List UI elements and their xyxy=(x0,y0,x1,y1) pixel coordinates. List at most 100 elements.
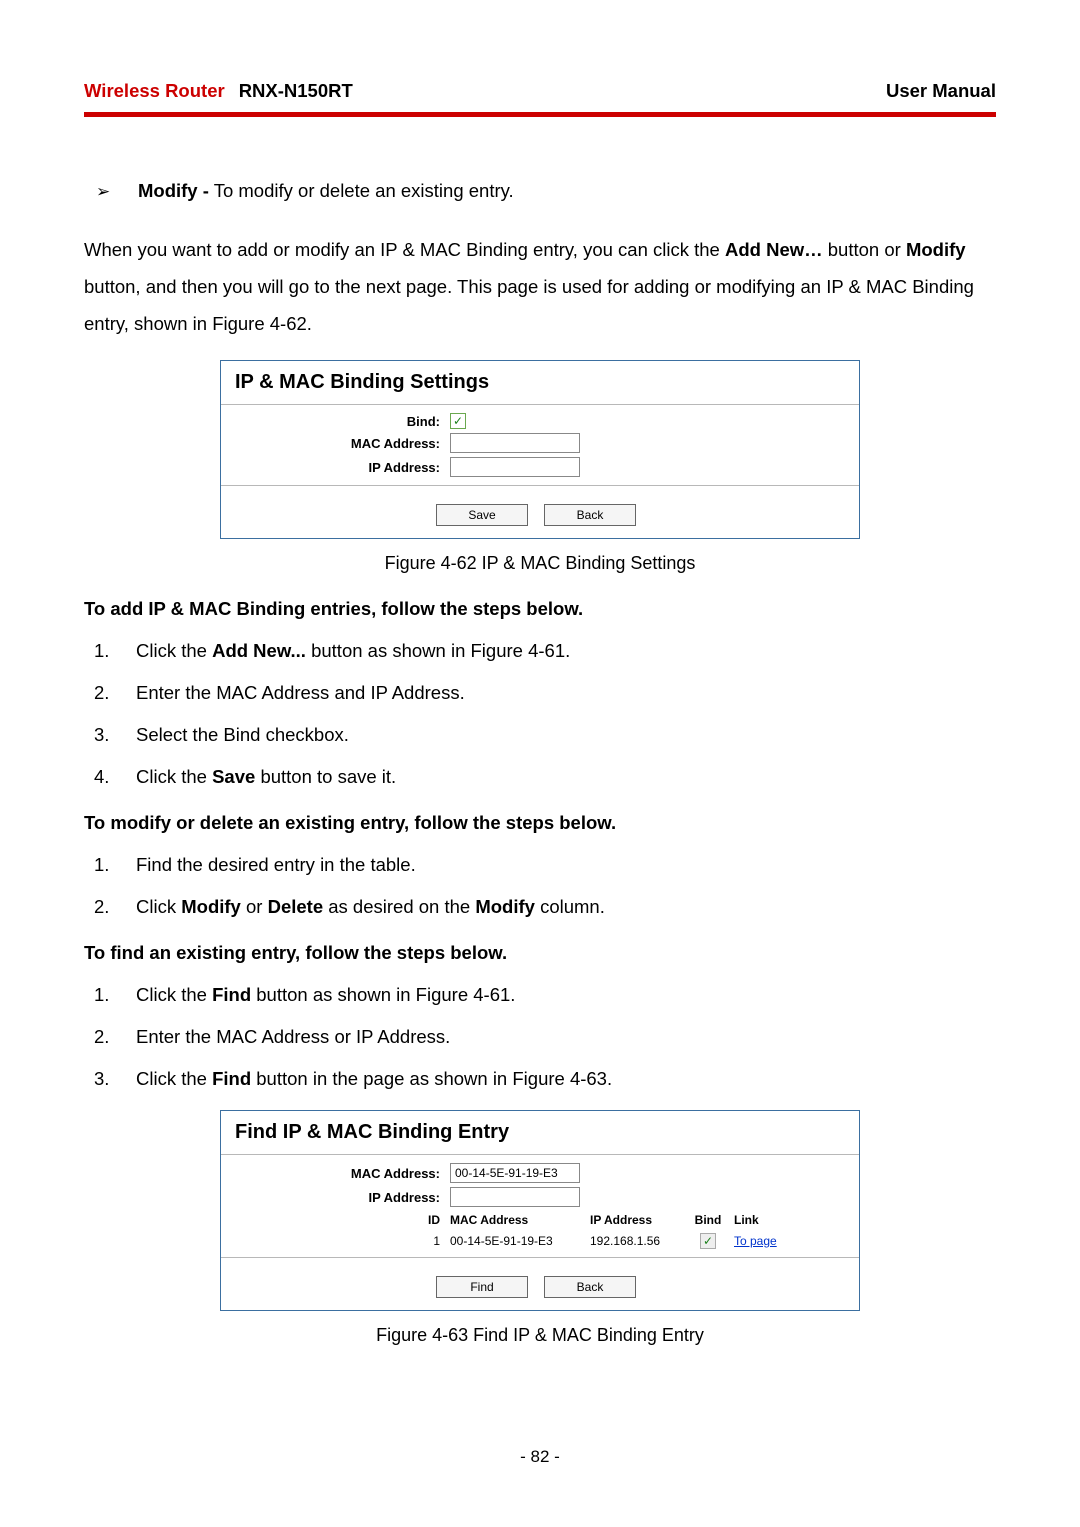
find-mac-input[interactable] xyxy=(450,1163,580,1183)
find-mac-label: MAC Address: xyxy=(235,1166,450,1181)
figure-find-entry: Find IP & MAC Binding Entry MAC Address:… xyxy=(220,1110,860,1311)
add-step-4: Click the Save button to save it. xyxy=(136,766,396,788)
t: button as shown in Figure 4-61. xyxy=(256,984,515,1005)
intro-modify: Modify xyxy=(906,239,966,260)
ip-label: IP Address: xyxy=(235,460,450,475)
t: or xyxy=(246,896,268,917)
row-ip: 192.168.1.56 xyxy=(590,1234,682,1248)
binding-settings-buttons: Save Back xyxy=(221,494,859,538)
find-ip-label: IP Address: xyxy=(235,1190,450,1205)
find-step-1: Click the Find button as shown in Figure… xyxy=(136,984,515,1006)
add-steps-heading: To add IP & MAC Binding entries, follow … xyxy=(84,598,996,620)
find-entry-title: Find IP & MAC Binding Entry xyxy=(221,1111,859,1146)
to-page-link[interactable]: To page xyxy=(734,1234,777,1248)
modify-term: Modify - xyxy=(138,180,209,201)
t: as desired on the xyxy=(328,896,475,917)
back-button[interactable]: Back xyxy=(544,504,636,526)
step-number: 3. xyxy=(84,724,136,746)
t: button in the page as shown in Figure 4-… xyxy=(256,1068,612,1089)
col-link-header: Link xyxy=(734,1213,794,1227)
modify-desc: To modify or delete an existing entry. xyxy=(214,180,514,201)
find-button[interactable]: Find xyxy=(436,1276,528,1298)
header-left: Wireless Router RNX-N150RT xyxy=(84,80,353,102)
figure-divider-bottom xyxy=(221,1257,859,1258)
find-steps-list: 1. Click the Find button as shown in Fig… xyxy=(84,984,996,1090)
t: button to save it. xyxy=(260,766,396,787)
bind-checkbox[interactable] xyxy=(450,413,466,429)
step-number: 1. xyxy=(84,640,136,662)
mac-label: MAC Address: xyxy=(235,436,450,451)
page-header: Wireless Router RNX-N150RT User Manual xyxy=(84,80,996,112)
figure-divider xyxy=(221,1154,859,1155)
t: Add New... xyxy=(212,640,306,661)
figure-462-caption: Figure 4-62 IP & MAC Binding Settings xyxy=(84,553,996,574)
t: column. xyxy=(540,896,605,917)
t: Click the xyxy=(136,1068,212,1089)
row-id: 1 xyxy=(235,1234,450,1248)
t: Click the xyxy=(136,766,212,787)
modify-step-2: Click Modify or Delete as desired on the… xyxy=(136,896,605,918)
t: Click the xyxy=(136,640,212,661)
find-table-row: 1 00-14-5E-91-19-E3 192.168.1.56 To page xyxy=(235,1233,845,1249)
intro-mid2: button, and then you will go to the next… xyxy=(84,276,974,334)
page-content: ➢ Modify - To modify or delete an existi… xyxy=(84,117,996,1346)
row-link: To page xyxy=(734,1234,794,1248)
modify-bullet: ➢ Modify - To modify or delete an existi… xyxy=(84,172,996,209)
col-id-header: ID xyxy=(235,1213,450,1227)
find-entry-buttons: Find Back xyxy=(221,1266,859,1310)
t: Find xyxy=(212,1068,251,1089)
user-manual-label: User Manual xyxy=(886,80,996,102)
t: Save xyxy=(212,766,255,787)
modify-bullet-text: Modify - To modify or delete an existing… xyxy=(138,172,514,209)
intro-paragraph: When you want to add or modify an IP & M… xyxy=(84,231,996,342)
t: Click the xyxy=(136,984,212,1005)
col-ip-header: IP Address xyxy=(590,1213,682,1227)
intro-pre: When you want to add or modify an IP & M… xyxy=(84,239,725,260)
mac-address-input[interactable] xyxy=(450,433,580,453)
find-entry-body: MAC Address: IP Address: ID MAC Address … xyxy=(221,1163,859,1249)
figure-divider xyxy=(221,404,859,405)
find-ip-input[interactable] xyxy=(450,1187,580,1207)
find-steps-heading: To find an existing entry, follow the st… xyxy=(84,942,996,964)
binding-settings-title: IP & MAC Binding Settings xyxy=(221,361,859,396)
add-step-3: Select the Bind checkbox. xyxy=(136,724,349,746)
find-step-2: Enter the MAC Address or IP Address. xyxy=(136,1026,450,1048)
figure-divider-bottom xyxy=(221,485,859,486)
back-button[interactable]: Back xyxy=(544,1276,636,1298)
page-number: - 82 - xyxy=(0,1447,1080,1467)
step-number: 2. xyxy=(84,896,136,918)
t: Find xyxy=(212,984,251,1005)
t: button as shown in Figure 4-61. xyxy=(311,640,570,661)
figure-binding-settings: IP & MAC Binding Settings Bind: MAC Addr… xyxy=(220,360,860,539)
t: Click xyxy=(136,896,181,917)
intro-mid1: button or xyxy=(828,239,906,260)
bullet-marker: ➢ xyxy=(84,175,138,209)
step-number: 4. xyxy=(84,766,136,788)
step-number: 2. xyxy=(84,1026,136,1048)
figure-463-caption: Figure 4-63 Find IP & MAC Binding Entry xyxy=(84,1325,996,1346)
col-mac-header: MAC Address xyxy=(450,1213,590,1227)
brand-label: Wireless Router xyxy=(84,80,225,102)
t: Delete xyxy=(268,896,324,917)
add-steps-list: 1. Click the Add New... button as shown … xyxy=(84,640,996,788)
row-mac: 00-14-5E-91-19-E3 xyxy=(450,1234,590,1248)
row-bind-checkbox xyxy=(700,1233,716,1249)
t: Modify xyxy=(475,896,535,917)
step-number: 2. xyxy=(84,682,136,704)
ip-address-input[interactable] xyxy=(450,457,580,477)
find-step-3: Click the Find button in the page as sho… xyxy=(136,1068,612,1090)
add-step-2: Enter the MAC Address and IP Address. xyxy=(136,682,465,704)
t: Modify xyxy=(181,896,241,917)
step-number: 3. xyxy=(84,1068,136,1090)
step-number: 1. xyxy=(84,854,136,876)
bind-label: Bind: xyxy=(235,414,450,429)
intro-addnew: Add New… xyxy=(725,239,823,260)
add-step-1: Click the Add New... button as shown in … xyxy=(136,640,570,662)
modify-steps-list: 1. Find the desired entry in the table. … xyxy=(84,854,996,918)
save-button[interactable]: Save xyxy=(436,504,528,526)
modify-step-1: Find the desired entry in the table. xyxy=(136,854,416,876)
step-number: 1. xyxy=(84,984,136,1006)
model-label: RNX-N150RT xyxy=(239,80,353,102)
col-bind-header: Bind xyxy=(682,1213,734,1227)
binding-settings-body: Bind: MAC Address: IP Address: xyxy=(221,413,859,477)
